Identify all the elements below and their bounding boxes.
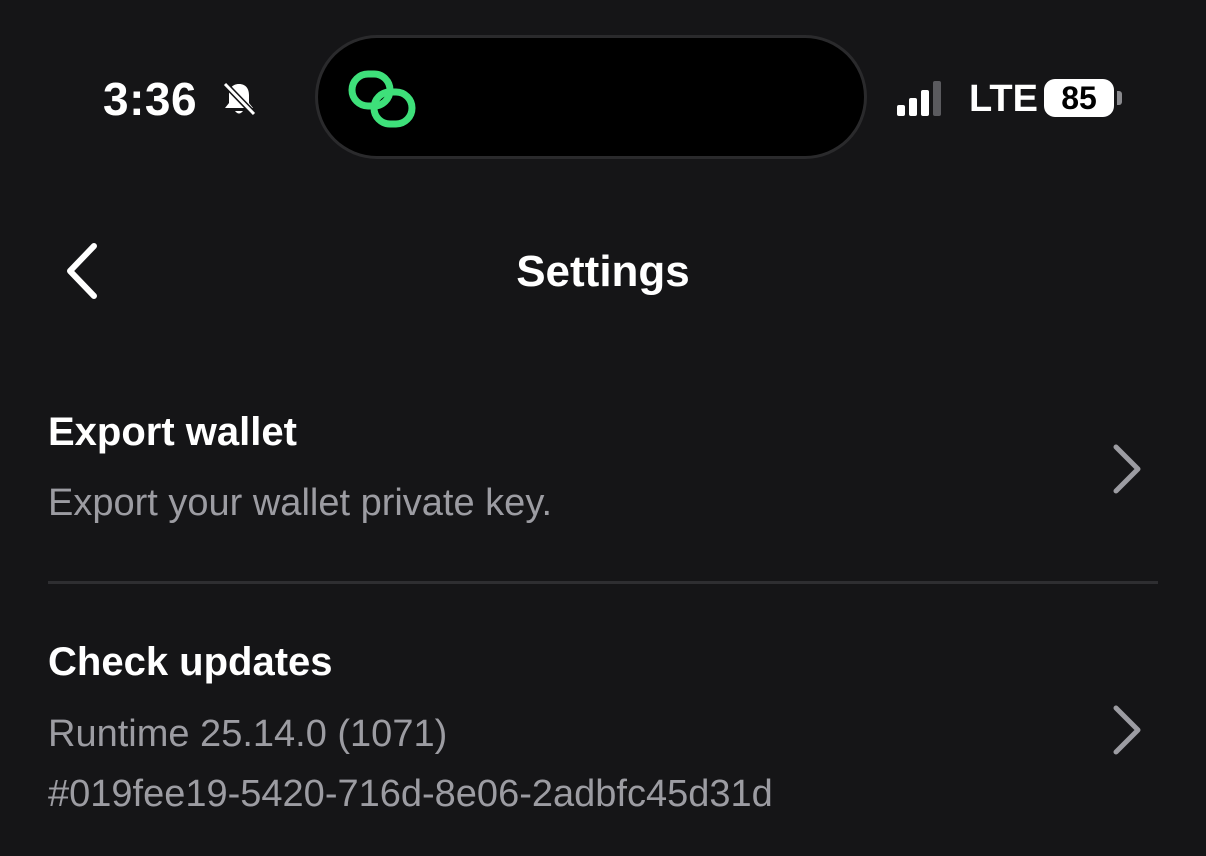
export-wallet-title: Export wallet — [48, 410, 297, 454]
runtime-version: Runtime 25.14.0 (1071) — [48, 713, 448, 755]
row-divider — [48, 581, 1158, 584]
settings-screen: 3:36 LTE 85 Settings Export wallet Expor… — [0, 0, 1206, 856]
export-wallet-subtitle: Export your wallet private key. — [48, 482, 553, 524]
chevron-right-icon — [1113, 705, 1141, 755]
app-link-icon — [348, 70, 416, 128]
chevron-right-icon — [1113, 444, 1141, 494]
battery-nub — [1117, 91, 1122, 105]
export-wallet-row[interactable]: Export wallet Export your wallet private… — [48, 408, 1158, 534]
update-id: #019fee19-5420-716d-8e06-2adbfc45d31d — [48, 773, 773, 815]
bell-slash-icon — [222, 81, 257, 117]
status-time: 3:36 — [103, 73, 198, 125]
battery-indicator: 85 — [1044, 79, 1114, 117]
signal-icon — [897, 81, 941, 116]
check-updates-title: Check updates — [48, 640, 333, 684]
network-type: LTE — [969, 78, 1038, 120]
page-title: Settings — [516, 247, 690, 296]
dynamic-island — [318, 38, 864, 156]
check-updates-row[interactable]: Check updates Runtime 25.14.0 (1071) #01… — [48, 638, 1158, 828]
